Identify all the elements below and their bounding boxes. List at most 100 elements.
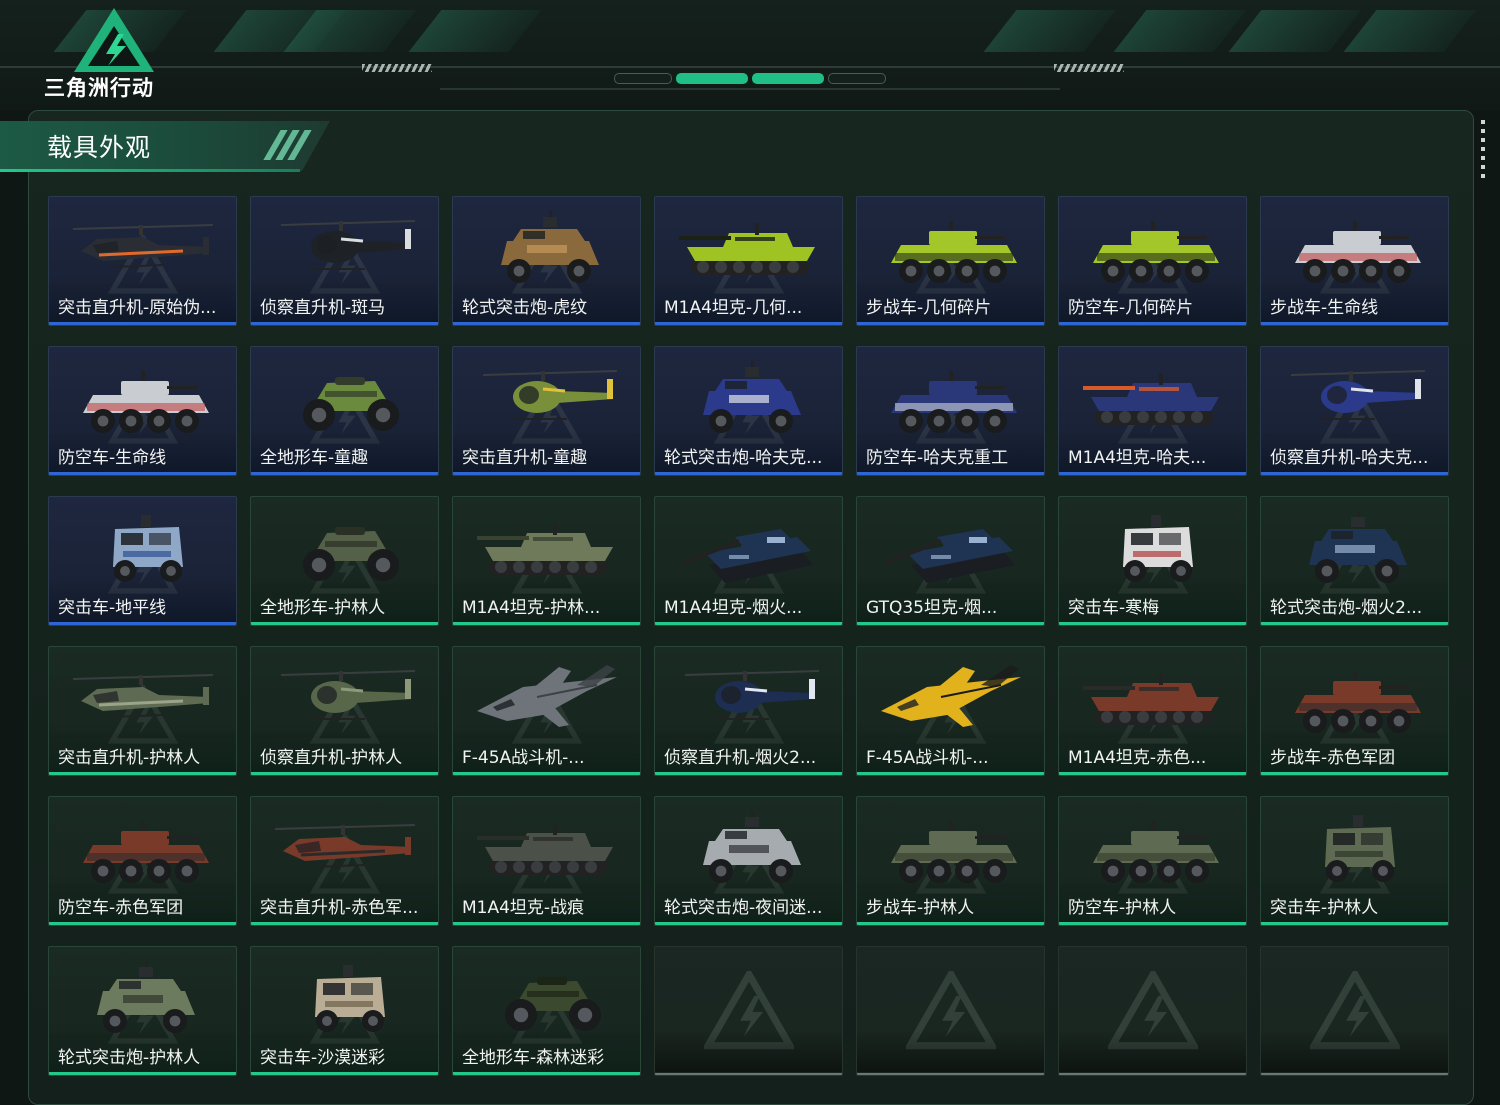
rarity-stripe bbox=[251, 322, 438, 325]
rarity-stripe bbox=[251, 472, 438, 475]
vehicle-skin-card[interactable]: 突击直升机-童趣 bbox=[452, 346, 641, 476]
rarity-stripe bbox=[251, 1072, 438, 1075]
vehicle-ifv-icon bbox=[1093, 821, 1219, 883]
vehicle-skin-card[interactable]: 轮式突击炮-护林人 bbox=[48, 946, 237, 1076]
skin-name-label: F-45A战斗机-... bbox=[462, 748, 585, 768]
vehicle-skin-card[interactable]: GTQ35坦克-烟... bbox=[856, 496, 1045, 626]
vehicle-tank-angle-icon bbox=[884, 529, 1015, 583]
card-label-shade bbox=[655, 1030, 842, 1072]
skin-name-label: M1A4坦克-几何... bbox=[664, 298, 803, 318]
vehicle-tank-icon bbox=[1083, 673, 1219, 725]
rarity-stripe bbox=[655, 472, 842, 475]
section-title-underline bbox=[0, 169, 300, 172]
vehicle-skin-card[interactable]: 轮式突击炮-烟火2... bbox=[1260, 496, 1449, 626]
empty-skin-slot[interactable] bbox=[654, 946, 843, 1076]
vehicle-tank-icon bbox=[477, 523, 613, 575]
vehicle-skin-card[interactable]: 轮式突击炮-虎纹 bbox=[452, 196, 641, 326]
skin-name-label: 步战车-赤色军团 bbox=[1270, 748, 1396, 768]
header-divider bbox=[440, 88, 1060, 90]
vehicle-skin-card[interactable]: 步战车-赤色军团 bbox=[1260, 646, 1449, 776]
skin-name-label: 侦察直升机-护林人 bbox=[260, 748, 403, 768]
vehicle-skin-card[interactable]: M1A4坦克-战痕 bbox=[452, 796, 641, 926]
skin-name-label: 轮式突击炮-护林人 bbox=[58, 1048, 201, 1068]
vehicle-skin-card[interactable]: 突击车-护林人 bbox=[1260, 796, 1449, 926]
vehicle-heli-small-icon bbox=[482, 370, 618, 420]
rarity-stripe bbox=[49, 922, 236, 925]
vehicle-skin-card[interactable]: 侦察直升机-斑马 bbox=[250, 196, 439, 326]
empty-skin-slot[interactable] bbox=[1260, 946, 1449, 1076]
empty-skin-slot[interactable] bbox=[1058, 946, 1247, 1076]
rarity-stripe bbox=[1261, 622, 1448, 625]
rarity-stripe bbox=[857, 772, 1044, 775]
skin-name-label: 突击车-地平线 bbox=[58, 598, 167, 618]
skin-name-label: 步战车-生命线 bbox=[1270, 298, 1379, 318]
vehicle-skin-card[interactable]: 防空车-几何碎片 bbox=[1058, 196, 1247, 326]
vehicle-skin-card[interactable]: 突击直升机-原始伪... bbox=[48, 196, 237, 326]
vehicle-skin-card[interactable]: 侦察直升机-哈夫克... bbox=[1260, 346, 1449, 476]
vehicle-skin-card[interactable]: 全地形车-森林迷彩 bbox=[452, 946, 641, 1076]
header-indicator-active bbox=[676, 73, 748, 84]
rarity-stripe bbox=[49, 1072, 236, 1075]
vehicle-heli-small-icon bbox=[1290, 370, 1426, 420]
vehicle-skin-card[interactable]: 防空车-赤色军团 bbox=[48, 796, 237, 926]
rarity-stripe bbox=[453, 922, 640, 925]
vehicle-skin-card[interactable]: 侦察直升机-护林人 bbox=[250, 646, 439, 776]
vehicle-ifv-icon bbox=[83, 371, 209, 433]
scroll-indicator[interactable] bbox=[1481, 120, 1485, 178]
game-title: 三角洲行动 bbox=[44, 76, 154, 100]
skin-name-label: 步战车-几何碎片 bbox=[866, 298, 992, 318]
vehicle-skin-card[interactable]: M1A4坦克-几何... bbox=[654, 196, 843, 326]
skin-name-label: 轮式突击炮-虎纹 bbox=[462, 298, 588, 318]
top-header: 三角洲行动 bbox=[0, 0, 1500, 110]
rarity-stripe bbox=[49, 322, 236, 325]
vehicle-skin-card[interactable]: M1A4坦克-赤色... bbox=[1058, 646, 1247, 776]
vehicle-skin-card[interactable]: 防空车-护林人 bbox=[1058, 796, 1247, 926]
vehicle-skin-card[interactable]: M1A4坦克-哈夫... bbox=[1058, 346, 1247, 476]
vehicle-heli-small-icon bbox=[280, 220, 416, 270]
rarity-stripe bbox=[1261, 472, 1448, 475]
vehicle-skin-card[interactable]: 全地形车-童趣 bbox=[250, 346, 439, 476]
vehicle-skin-card[interactable]: 轮式突击炮-夜间迷... bbox=[654, 796, 843, 926]
vehicle-ifv-icon bbox=[891, 221, 1017, 283]
vehicle-jet-icon bbox=[881, 665, 1021, 727]
vehicle-skin-card[interactable]: 突击直升机-赤色军... bbox=[250, 796, 439, 926]
header-indicator bbox=[828, 73, 886, 84]
vehicle-skin-card[interactable]: F-45A战斗机-... bbox=[452, 646, 641, 776]
rarity-stripe bbox=[1059, 322, 1246, 325]
vehicle-skin-card[interactable]: 防空车-哈夫克重工 bbox=[856, 346, 1045, 476]
rarity-stripe bbox=[49, 472, 236, 475]
header-divider bbox=[0, 66, 1500, 68]
vehicle-armored-car-icon bbox=[703, 361, 801, 433]
empty-skin-slot[interactable] bbox=[856, 946, 1045, 1076]
vehicle-atv-icon bbox=[505, 977, 601, 1031]
rarity-stripe bbox=[49, 772, 236, 775]
vehicle-skin-card[interactable]: 防空车-生命线 bbox=[48, 346, 237, 476]
vehicle-skin-card[interactable]: M1A4坦克-护林... bbox=[452, 496, 641, 626]
vehicle-skin-card[interactable]: M1A4坦克-烟火... bbox=[654, 496, 843, 626]
vehicle-ifv-icon bbox=[891, 821, 1017, 883]
vehicle-skin-card[interactable]: 全地形车-护林人 bbox=[250, 496, 439, 626]
vehicle-skin-card[interactable]: 步战车-几何碎片 bbox=[856, 196, 1045, 326]
vehicle-skin-card[interactable]: 步战车-护林人 bbox=[856, 796, 1045, 926]
vehicle-skin-card[interactable]: 突击车-沙漠迷彩 bbox=[250, 946, 439, 1076]
vehicle-skin-card[interactable]: 突击车-寒梅 bbox=[1058, 496, 1247, 626]
rarity-stripe bbox=[1059, 622, 1246, 625]
skin-name-label: 防空车-赤色军团 bbox=[58, 898, 184, 918]
skin-name-label: 侦察直升机-斑马 bbox=[260, 298, 386, 318]
vehicle-skin-card[interactable]: 侦察直升机-烟火2... bbox=[654, 646, 843, 776]
vehicle-skin-card[interactable]: 轮式突击炮-哈夫克... bbox=[654, 346, 843, 476]
vehicle-armored-car-icon bbox=[1309, 511, 1407, 583]
vehicle-atv-icon bbox=[303, 527, 399, 581]
skin-name-label: 侦察直升机-烟火2... bbox=[664, 748, 817, 768]
rarity-stripe bbox=[251, 622, 438, 625]
skin-name-label: 全地形车-森林迷彩 bbox=[462, 1048, 605, 1068]
vehicle-skin-card[interactable]: 突击直升机-护林人 bbox=[48, 646, 237, 776]
rarity-stripe bbox=[857, 922, 1044, 925]
skin-name-label: M1A4坦克-护林... bbox=[462, 598, 601, 618]
skin-name-label: 突击直升机-护林人 bbox=[58, 748, 201, 768]
vehicle-skin-card[interactable]: 突击车-地平线 bbox=[48, 496, 237, 626]
vehicle-skin-card[interactable]: F-45A战斗机-... bbox=[856, 646, 1045, 776]
vehicle-skin-card[interactable]: 步战车-生命线 bbox=[1260, 196, 1449, 326]
header-decor-stripe bbox=[1343, 10, 1477, 52]
skin-name-label: 侦察直升机-哈夫克... bbox=[1270, 448, 1429, 468]
